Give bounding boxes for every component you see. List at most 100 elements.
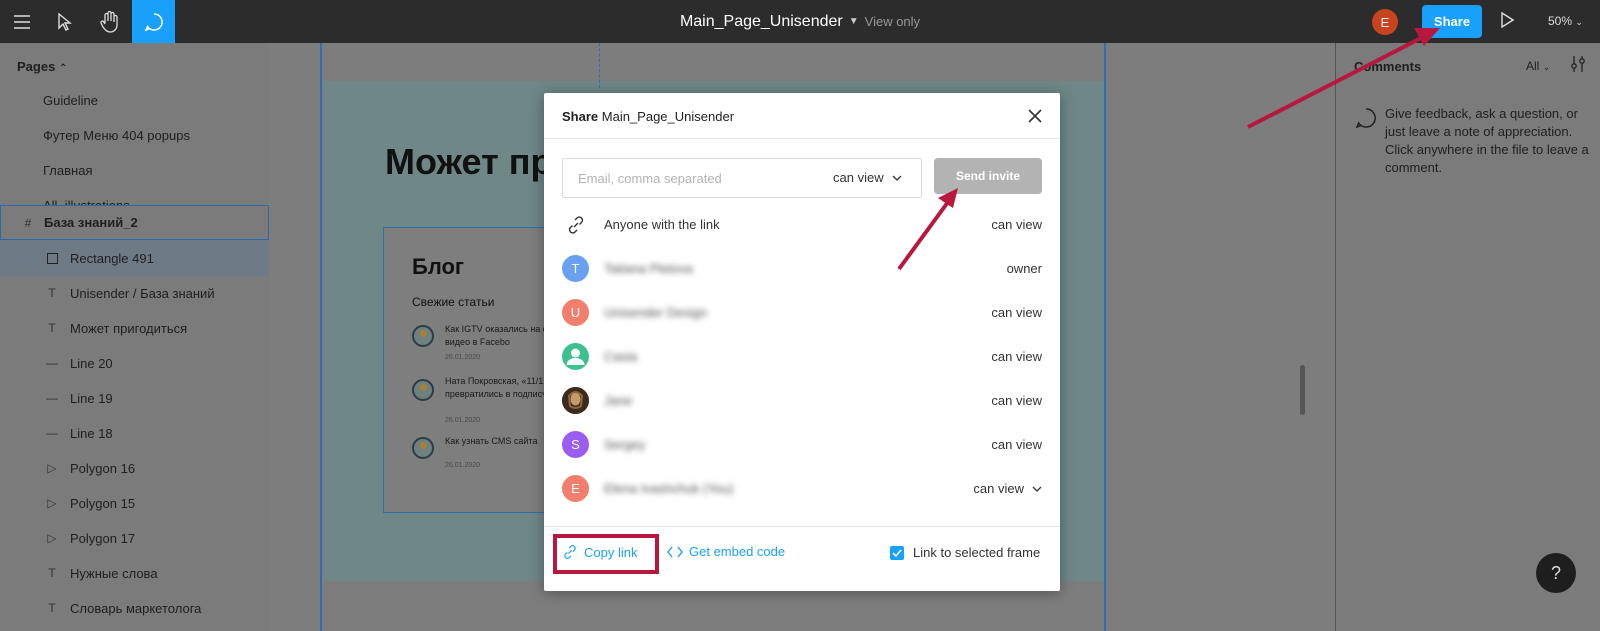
author-avatar-icon — [412, 325, 434, 347]
layer-label: Rectangle 491 — [70, 250, 154, 266]
chevron-up-icon: ⌃ — [58, 63, 68, 74]
pages-header-label: Pages — [17, 59, 56, 74]
blog-title: Блог — [412, 254, 465, 279]
link-icon — [564, 545, 576, 559]
layer-label: Polygon 15 — [70, 495, 136, 511]
member-permission-value: can view — [973, 481, 1024, 496]
zoom-value: 50% — [1548, 14, 1573, 28]
link-to-frame-checkbox[interactable] — [890, 546, 904, 560]
page-item[interactable]: Главная — [43, 163, 92, 178]
toolbar: Main_Page_Unisender ▼ View only E Share … — [0, 0, 1600, 43]
layer-label: Словарь маркетолога — [70, 600, 202, 616]
modal-title-file: Main_Page_Unisender — [601, 109, 735, 124]
comments-empty-text: Give feedback, ask a question, or just l… — [1385, 106, 1589, 175]
comment-bubble-icon — [1355, 107, 1377, 134]
member-avatar-photo — [562, 387, 589, 414]
chevron-down-icon[interactable]: ▼ — [849, 16, 859, 27]
link-to-frame-label: Link to selected frame — [913, 545, 1041, 560]
layer-frame[interactable]: # База знаний_2 — [0, 205, 269, 240]
layer-row[interactable]: ▷ Polygon 15 — [0, 485, 269, 521]
embed-code-label: Get embed code — [689, 544, 786, 559]
move-tool-icon[interactable] — [43, 0, 86, 43]
link-permission: can view — [991, 217, 1042, 232]
hand-tool-icon[interactable] — [88, 0, 131, 43]
member-row: U Unisender Design can view — [562, 297, 1042, 327]
filter-settings-icon[interactable] — [1570, 55, 1586, 78]
copy-link-button[interactable]: Copy link — [562, 544, 637, 560]
layer-label: Line 20 — [70, 355, 113, 371]
layer-label: База знаний_2 — [44, 215, 138, 230]
line-icon: — — [46, 391, 58, 405]
member-row: S Sergey can view — [562, 429, 1042, 459]
share-button[interactable]: Share — [1422, 5, 1482, 38]
file-name[interactable]: Main_Page_Unisender — [680, 13, 843, 31]
text-icon: T — [48, 286, 56, 300]
article-date: 26.01.2020 — [445, 462, 481, 469]
page-item[interactable]: Guideline — [43, 93, 98, 108]
invite-permission-select[interactable]: can view — [833, 170, 902, 185]
line-icon: — — [46, 426, 58, 440]
layer-row[interactable]: ▷ Polygon 17 — [0, 520, 269, 556]
layer-row[interactable]: T Нужные слова — [0, 555, 269, 591]
layer-row[interactable]: — Line 18 — [0, 415, 269, 451]
layer-row[interactable]: — Line 19 — [0, 380, 269, 416]
member-permission: can view — [991, 393, 1042, 408]
copy-link-label: Copy link — [584, 544, 638, 560]
layer-row[interactable]: T Unisender / База знаний — [0, 275, 269, 311]
member-row: T Tatiana Pletova owner — [562, 253, 1042, 283]
comments-panel: Comments All ⌄ Give feedback, ask a ques… — [1335, 43, 1600, 631]
member-avatar: T — [562, 255, 589, 282]
layer-label: Polygon 17 — [70, 530, 136, 546]
help-button[interactable]: ? — [1536, 553, 1576, 593]
modal-title-share: Share — [562, 109, 599, 124]
menu-icon[interactable] — [0, 0, 43, 43]
member-permission-select[interactable]: can view — [973, 481, 1042, 496]
comments-filter-label: All — [1526, 59, 1540, 73]
member-name: Unisender Design — [604, 305, 708, 320]
user-avatar[interactable]: E — [1372, 9, 1398, 35]
chevron-down-icon — [1032, 486, 1042, 492]
layer-row[interactable]: Rectangle 491 — [0, 240, 269, 276]
member-name: Sergey — [604, 437, 646, 452]
modal-header: Share Main_Page_Unisender — [544, 93, 1060, 139]
comments-header: Comments — [1354, 59, 1422, 74]
chevron-down-icon: ⌄ — [1575, 17, 1583, 27]
member-row: E Elena Ivashchuk (You) can view — [562, 473, 1042, 503]
text-icon: T — [48, 601, 56, 615]
member-name: Jane — [604, 393, 633, 408]
member-permission: can view — [991, 305, 1042, 320]
share-modal: Share Main_Page_Unisender can view Send … — [544, 93, 1060, 591]
comment-tool-icon[interactable] — [132, 0, 175, 43]
layer-row[interactable]: ▷ Polygon 16 — [0, 450, 269, 486]
zoom-level[interactable]: 50% ⌄ — [1548, 14, 1583, 28]
article-date: 26.01.2020 — [445, 417, 481, 424]
author-avatar-icon — [412, 437, 434, 459]
member-name: Casia — [604, 349, 638, 364]
layer-row[interactable]: T Может пригодиться — [0, 310, 269, 346]
layer-row[interactable]: T Словарь маркетолога — [0, 590, 269, 626]
member-avatar-user-icon — [562, 343, 589, 370]
present-play-icon[interactable] — [1500, 11, 1515, 33]
polygon-icon: ▷ — [47, 461, 57, 475]
author-avatar-icon — [412, 379, 434, 401]
check-icon — [892, 549, 902, 557]
comments-filter[interactable]: All ⌄ — [1526, 59, 1550, 73]
close-icon[interactable] — [1027, 108, 1043, 124]
layer-row[interactable]: — Line 20 — [0, 345, 269, 381]
send-invite-button[interactable]: Send invite — [934, 158, 1042, 194]
text-icon: T — [48, 321, 56, 335]
modal-title: Share Main_Page_Unisender — [562, 109, 734, 124]
pages-header[interactable]: Pages ⌃ — [17, 59, 67, 74]
polygon-icon: ▷ — [47, 496, 57, 510]
member-name: Tatiana Pletova — [604, 261, 693, 276]
rectangle-icon — [45, 251, 59, 265]
vertical-scrollbar[interactable] — [1300, 365, 1305, 415]
frame-icon: # — [24, 215, 32, 230]
email-input[interactable] — [563, 159, 818, 197]
code-icon — [667, 546, 683, 557]
page-item[interactable]: Футер Меню 404 popups — [43, 128, 190, 143]
layer-label: Line 18 — [70, 425, 113, 441]
embed-code-button[interactable]: Get embed code — [667, 544, 785, 559]
member-name: Elena Ivashchuk (You) — [604, 481, 734, 496]
blog-subtitle: Свежие статьи — [412, 295, 495, 309]
